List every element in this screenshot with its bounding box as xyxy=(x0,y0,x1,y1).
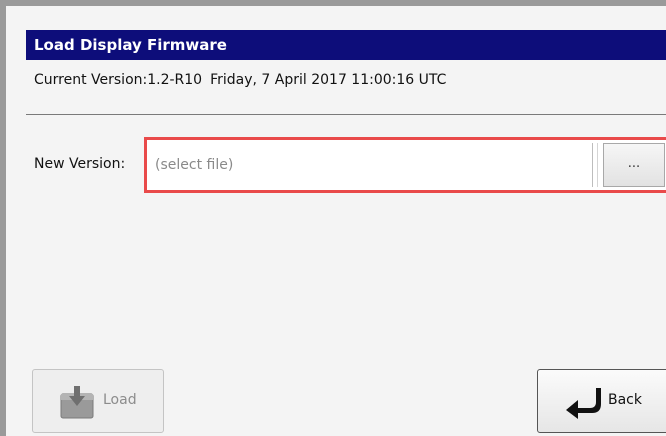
current-version-date: Friday, 7 April 2017 11:00:16 UTC xyxy=(210,72,447,88)
file-path-input[interactable] xyxy=(151,143,593,187)
return-arrow-icon xyxy=(566,388,601,419)
section-divider xyxy=(26,114,666,115)
back-button[interactable]: Back xyxy=(537,369,666,433)
new-version-label: New Version: xyxy=(34,156,126,172)
input-separator xyxy=(597,143,598,187)
dialog-title: Load Display Firmware xyxy=(26,30,666,60)
file-select-highlight: ... xyxy=(144,137,666,193)
back-label: Back xyxy=(608,392,642,408)
firmware-screen: Load Display Firmware Current Version:1.… xyxy=(0,0,666,436)
load-button[interactable]: Load xyxy=(32,369,164,433)
load-label: Load xyxy=(103,392,137,408)
download-box-icon xyxy=(60,386,94,419)
current-version-text: Current Version:1.2-R10 xyxy=(34,72,203,88)
current-version-info: Current Version:1.2-R10 Friday, 7 April 2… xyxy=(34,72,446,88)
browse-file-button[interactable]: ... xyxy=(603,143,665,187)
